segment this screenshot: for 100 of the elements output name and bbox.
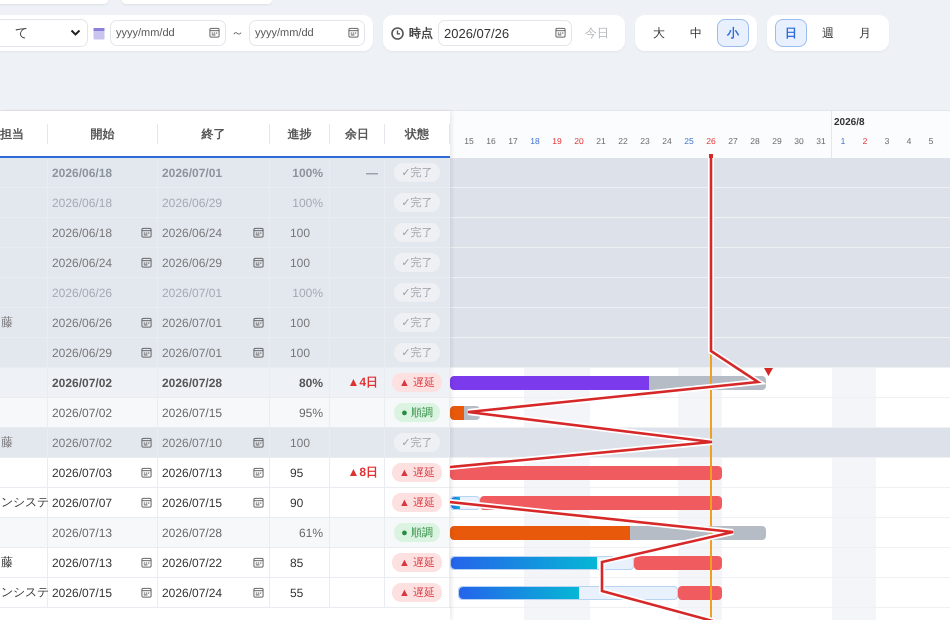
today-marker [709, 154, 713, 158]
scale-button[interactable]: 月 [849, 19, 881, 47]
status-badge: ✓完了 [394, 283, 440, 302]
calendar-icon[interactable] [253, 467, 264, 478]
task-bar[interactable] [458, 586, 678, 600]
calendar-icon[interactable] [141, 257, 152, 268]
progress-value: 100% [292, 196, 323, 210]
status-badge: ▲ 遅延 [392, 493, 442, 512]
calendar-icon[interactable] [141, 557, 152, 568]
progress-value: 95 [290, 466, 304, 480]
start-date: 2026/07/13 [52, 526, 112, 540]
day-label: 17 [507, 136, 519, 146]
progress-value: 90 [290, 496, 304, 510]
day-label: 26 [705, 136, 717, 146]
day-label: 23 [639, 136, 651, 146]
calendar-icon[interactable] [141, 347, 152, 358]
end-date: 2026/07/15 [162, 496, 222, 510]
day-label: 5 [928, 136, 934, 146]
day-label: 18 [529, 136, 541, 146]
status-badge: ✓完了 [394, 193, 440, 212]
column-header: 余日 [330, 124, 385, 144]
status-badge: ▲ 遅延 [392, 373, 442, 392]
calendar-icon[interactable] [253, 557, 264, 568]
progress-value: 55 [290, 586, 304, 600]
start-date: 2026/07/07 [52, 496, 112, 510]
end-date: 2026/07/28 [162, 526, 222, 540]
calendar-icon[interactable] [555, 27, 566, 38]
start-date: 2026/07/02 [52, 406, 112, 420]
end-date: 2026/07/01 [162, 166, 222, 180]
size-button[interactable]: 大 [643, 19, 675, 47]
day-label: 31 [815, 136, 827, 146]
day-label: 27 [727, 136, 739, 146]
calendar-icon[interactable] [253, 227, 264, 238]
scale-button[interactable]: 日 [775, 19, 807, 47]
calendar-icon[interactable] [253, 587, 264, 598]
end-date: 2026/07/15 [162, 406, 222, 420]
day-label: 2 [862, 136, 868, 146]
assignee-text: 藤 [1, 554, 13, 571]
column-header: 担当 [0, 124, 48, 144]
start-date: 2026/06/29 [52, 346, 112, 360]
end-date: 2026/07/28 [162, 376, 222, 390]
day-label: 4 [906, 136, 912, 146]
task-bar[interactable] [450, 556, 634, 570]
column-header: 終了 [158, 124, 270, 144]
day-label: 25 [683, 136, 695, 146]
calendar-icon[interactable] [141, 587, 152, 598]
start-date: 2026/07/13 [52, 556, 112, 570]
calendar-icon[interactable] [141, 227, 152, 238]
calendar-icon[interactable] [253, 317, 264, 328]
start-date: 2026/06/26 [52, 286, 112, 300]
calendar-icon[interactable] [141, 317, 152, 328]
size-button[interactable]: 小 [717, 19, 749, 47]
end-date: 2026/07/10 [162, 436, 222, 450]
remaining-days: — [366, 166, 378, 180]
status-badge: ▲ 遅延 [392, 553, 442, 572]
date-input-field[interactable]: yyyy/mm/dd [110, 20, 226, 46]
status-badge: ● 順調 [394, 403, 440, 422]
assignee-text: 藤 [1, 314, 13, 331]
status-badge: ▲ 遅延 [392, 463, 442, 482]
start-date: 2026/06/24 [52, 256, 112, 270]
column-header: 進捗 [270, 124, 330, 144]
calendar-icon[interactable] [253, 437, 264, 448]
day-label: 20 [573, 136, 585, 146]
end-date: 2026/06/24 [162, 226, 222, 240]
chevron-down-icon [70, 29, 81, 37]
status-badge: ✓完了 [394, 313, 440, 332]
status-badge: ● 順調 [394, 523, 440, 542]
clock-icon [391, 26, 404, 40]
day-label: 15 [463, 136, 475, 146]
progress-value: 100% [292, 166, 323, 180]
scale-button[interactable]: 週 [812, 19, 844, 47]
progress-value: 100% [292, 286, 323, 300]
calendar-icon[interactable] [253, 347, 264, 358]
calendar-icon[interactable] [253, 497, 264, 508]
progress-value: 100 [290, 316, 310, 330]
calendar-icon[interactable] [253, 257, 264, 268]
size-button[interactable]: 中 [680, 19, 712, 47]
status-badge: ✓完了 [394, 433, 440, 452]
status-badge: ✓完了 [394, 163, 440, 182]
calendar-icon[interactable] [141, 467, 152, 478]
date-input-field[interactable]: 2026/07/26 [438, 20, 572, 46]
progress-value: 61% [298, 526, 323, 540]
end-date: 2026/07/22 [162, 556, 222, 570]
range-separator: ～ [231, 24, 244, 42]
calendar-icon[interactable] [141, 497, 152, 508]
end-date: 2026/07/24 [162, 586, 222, 600]
progress-value: 80% [298, 376, 323, 390]
end-date: 2026/07/01 [162, 346, 222, 360]
day-label: 22 [617, 136, 629, 146]
day-label: 3 [884, 136, 890, 146]
time-point-label: 時点 [409, 24, 433, 42]
assignee-text: ンシステ [1, 494, 49, 511]
calendar-icon[interactable] [141, 437, 152, 448]
filter-dropdown[interactable]: て [0, 19, 88, 47]
calendar-icon[interactable] [348, 27, 359, 38]
date-input-field[interactable]: yyyy/mm/dd [249, 20, 365, 46]
month-label: 2026/8 [834, 117, 865, 128]
start-date: 2026/07/03 [52, 466, 112, 480]
day-label: 29 [771, 136, 783, 146]
calendar-icon[interactable] [209, 27, 220, 38]
